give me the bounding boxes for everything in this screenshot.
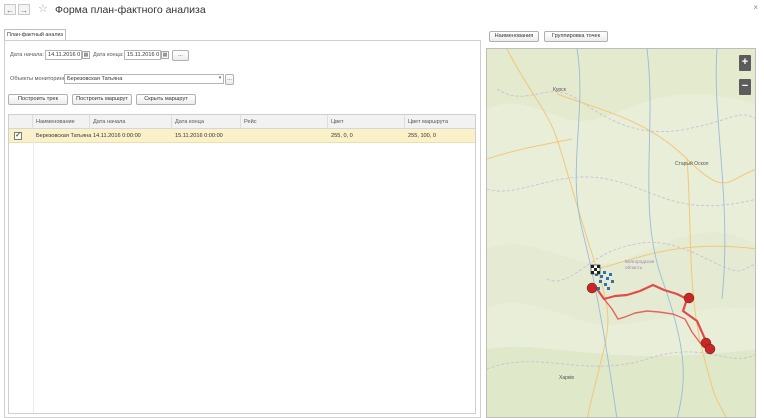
cell-start: 14.11.2016 0:00:00: [93, 133, 141, 139]
end-date-field[interactable]: 15.11.2016 0: [124, 50, 161, 60]
forward-arrow-icon[interactable]: →: [18, 4, 30, 15]
window-titlebar: ← → ☆ Форма план-фактного анализа ×: [0, 0, 764, 22]
cell-name: Березовская Татьяна: [36, 133, 92, 139]
cell-end: 15.11.2016 0:00:00: [175, 133, 223, 139]
header-route-color[interactable]: Цвет маршрута: [405, 115, 477, 129]
cell-trip: [241, 129, 244, 143]
start-date-label: Дата начала:: [10, 52, 44, 58]
row-checkbox[interactable]: ✓: [14, 132, 22, 140]
page-title: Форма план-фактного анализа: [55, 4, 206, 16]
map-label-kursk: Курск: [553, 87, 566, 93]
zoom-in-button[interactable]: +: [739, 55, 751, 71]
zoom-out-button[interactable]: −: [739, 79, 751, 95]
header-start[interactable]: Дата начала: [90, 115, 172, 129]
group-points-button[interactable]: Группировка точек: [544, 31, 608, 42]
objects-open-button[interactable]: ...: [225, 74, 234, 85]
map-canvas: [487, 49, 755, 417]
map-label-kharkiv: Харків: [559, 375, 574, 381]
hide-route-button[interactable]: Скрыть маршрут: [136, 94, 196, 105]
header-name[interactable]: Наименование: [33, 115, 90, 129]
favorite-star-icon[interactable]: ☆: [38, 3, 48, 15]
start-calendar-icon[interactable]: ▦: [82, 51, 90, 59]
column-divider: [33, 129, 34, 413]
back-arrow-icon[interactable]: ←: [4, 4, 16, 15]
cell-color: 255, 0, 0: [331, 133, 353, 139]
header-end[interactable]: Дата конца: [172, 115, 241, 129]
end-calendar-icon[interactable]: ▦: [161, 51, 169, 59]
build-route-button[interactable]: Построить маршрут: [72, 94, 132, 105]
start-date-field[interactable]: 14.11.2016 0: [45, 50, 82, 60]
map-view[interactable]: Курск Старый Оскол Белгородская область …: [486, 48, 756, 418]
objects-table: Наименование Дата начала Дата конца Рейс…: [8, 114, 476, 414]
cell-route-color: 255, 100, 0: [408, 133, 436, 139]
period-select-button[interactable]: ...: [172, 50, 189, 61]
build-track-button[interactable]: Построить трек: [8, 94, 68, 105]
map-label-belgorod-oblast: Белгородская область: [625, 259, 655, 270]
tab-plan-fact[interactable]: План-фактный анализ: [4, 29, 66, 40]
close-icon[interactable]: ×: [753, 3, 758, 12]
finish-flag-icon: [590, 264, 601, 275]
names-button[interactable]: Наименования: [489, 31, 539, 42]
header-color[interactable]: Цвет: [328, 115, 405, 129]
header-check-column: [9, 115, 33, 129]
table-header: Наименование Дата начала Дата конца Рейс…: [9, 115, 475, 129]
map-label-stary-oskol: Старый Оскол: [675, 161, 709, 167]
chevron-down-icon[interactable]: ▾: [216, 75, 224, 83]
end-date-label: Дата конца:: [93, 52, 124, 58]
objects-field[interactable]: Березовская Татьяна: [64, 74, 224, 84]
header-trip[interactable]: Рейс: [241, 115, 328, 129]
objects-label: Объекты мониторинга:: [10, 76, 70, 82]
table-row[interactable]: ✓ Березовская Татьяна 14.11.2016 0:00:00…: [9, 129, 475, 143]
